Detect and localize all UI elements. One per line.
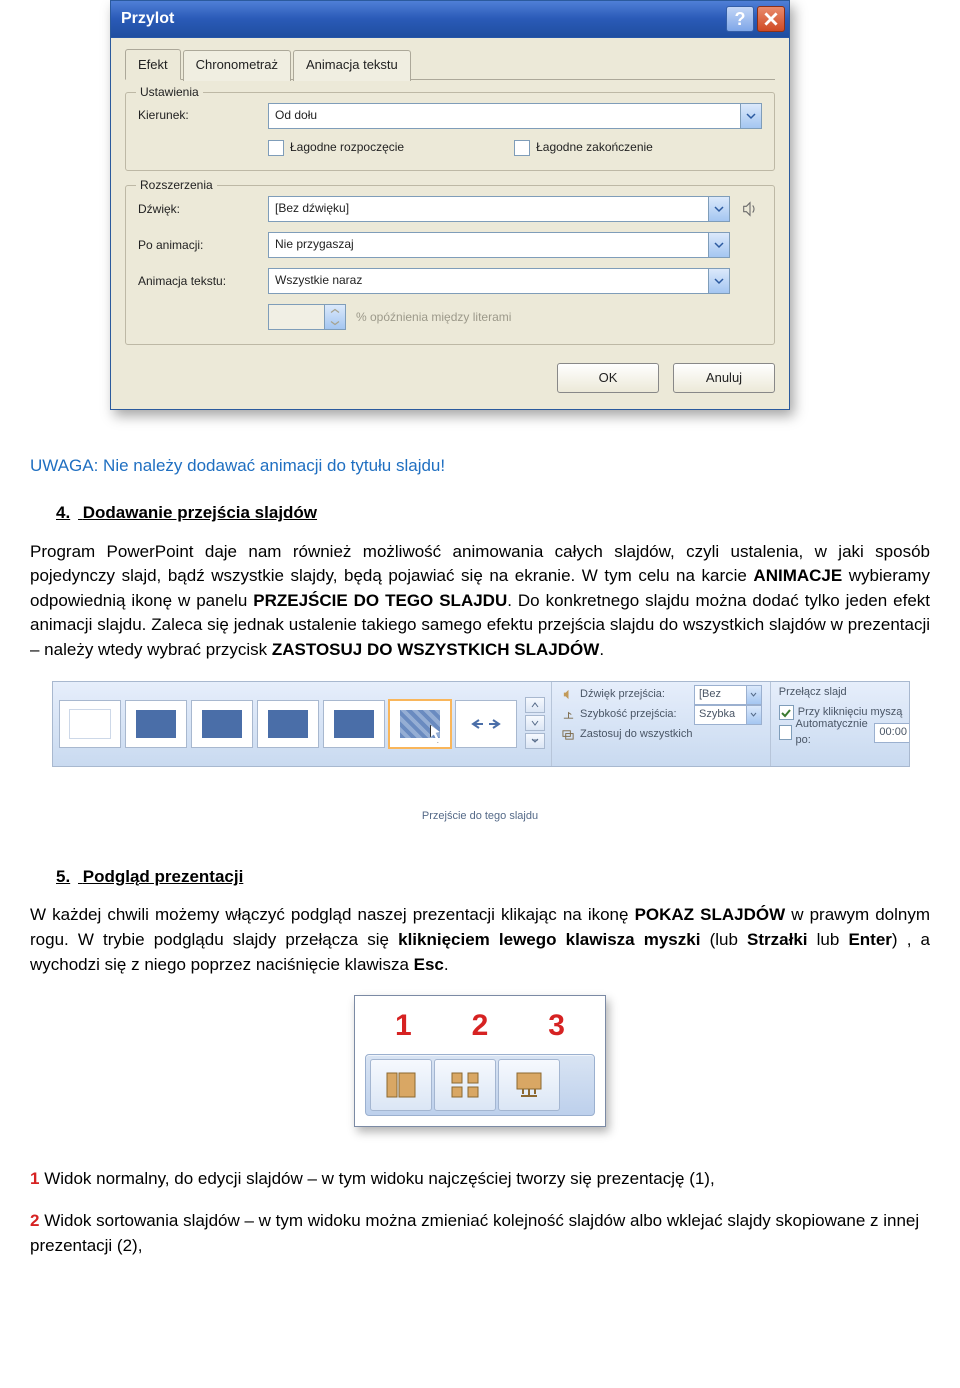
tab-chronometraz[interactable]: Chronometraż xyxy=(183,50,291,81)
animacja-tekstu-dropdown[interactable]: Wszystkie naraz xyxy=(268,268,730,294)
para-section5: W każdej chwili możemy włączyć podgląd n… xyxy=(30,903,930,977)
transition-thumb[interactable] xyxy=(323,700,385,748)
normal-view-button[interactable] xyxy=(370,1059,432,1111)
para-section4: Program PowerPoint daje nam również możl… xyxy=(30,540,930,663)
chevron-down-icon xyxy=(708,197,729,221)
transition-thumb-selected[interactable] xyxy=(389,700,451,748)
ribbon-sound-label: Dźwięk przejścia: xyxy=(580,687,690,703)
checkbox-icon xyxy=(514,140,530,156)
group-ustawienia: Ustawienia Kierunek: Od dołu Łagodne roz… xyxy=(125,92,775,171)
speaker-icon[interactable] xyxy=(738,197,762,221)
speed-icon xyxy=(560,708,576,721)
cancel-button[interactable]: Anuluj xyxy=(673,363,775,393)
ribbon-apply-all-button[interactable]: Zastosuj do wszystkich xyxy=(580,727,692,743)
ribbon-sound-dropdown[interactable]: [Bez dźwięku] xyxy=(694,685,762,705)
dzwiek-dropdown[interactable]: [Bez dźwięku] xyxy=(268,196,730,222)
kierunek-dropdown[interactable]: Od dołu xyxy=(268,103,762,129)
tab-animacja-tekstu[interactable]: Animacja tekstu xyxy=(293,50,411,81)
delay-label: % opóźnienia między literami xyxy=(346,309,511,326)
legend-ustawienia: Ustawienia xyxy=(136,84,203,101)
dialog-title: Przylot xyxy=(121,7,723,30)
advance-title: Przełącz slajd xyxy=(779,685,910,703)
sorter-view-icon xyxy=(447,1067,483,1103)
gallery-up-button[interactable] xyxy=(525,697,545,713)
line-2: 2 Widok sortowania slajdów – w tym widok… xyxy=(30,1209,930,1258)
dzwiek-label: Dźwięk: xyxy=(138,201,268,218)
close-icon xyxy=(764,12,778,26)
animacja-tekstu-label: Animacja tekstu: xyxy=(138,273,268,290)
transition-thumb[interactable] xyxy=(59,700,121,748)
help-button[interactable]: ? xyxy=(726,6,754,32)
warning-note: UWAGA: Nie należy dodawać animacji do ty… xyxy=(30,454,930,479)
close-button[interactable] xyxy=(757,6,785,32)
gallery-down-button[interactable] xyxy=(525,715,545,731)
ribbon-group-caption: Przejście do tego slajdu xyxy=(52,807,908,825)
slideshow-view-icon xyxy=(511,1067,547,1103)
chevron-down-icon xyxy=(708,233,729,257)
advance-auto-checkbox[interactable]: Automatycznie po: 00:00 xyxy=(779,723,910,743)
sorter-view-button[interactable] xyxy=(434,1059,496,1111)
heading-4: 4. Dodawanie przejścia slajdów xyxy=(56,501,930,526)
group-rozszerzenia: Rozszerzenia Dźwięk: [Bez dźwięku] Po an… xyxy=(125,185,775,345)
heading-5: 5. Podgląd prezentacji xyxy=(56,865,930,890)
chevron-down-icon xyxy=(740,104,761,128)
ribbon-speed-label: Szybkość przejścia: xyxy=(580,707,690,723)
kierunek-label: Kierunek: xyxy=(138,107,268,124)
transition-thumb[interactable] xyxy=(125,700,187,748)
tab-efekt[interactable]: Efekt xyxy=(125,49,181,80)
transition-thumb[interactable] xyxy=(257,700,319,748)
lagodne-rozpoczecie-checkbox[interactable]: Łagodne rozpoczęcie xyxy=(268,139,404,156)
advance-time-spinner[interactable]: 00:00 xyxy=(874,723,910,743)
dialog-titlebar: Przylot ? xyxy=(111,1,789,38)
normal-view-icon xyxy=(383,1067,419,1103)
tab-strip: Efekt Chronometraż Animacja tekstu xyxy=(125,48,775,80)
po-animacji-dropdown[interactable]: Nie przygaszaj xyxy=(268,232,730,258)
po-animacji-label: Po animacji: xyxy=(138,237,268,254)
transition-thumb[interactable] xyxy=(191,700,253,748)
line-1: 1 Widok normalny, do edycji slajdów – w … xyxy=(30,1167,930,1192)
view-buttons-figure: 1 2 3 xyxy=(354,995,606,1127)
transition-ribbon: Dźwięk przejścia: [Bez dźwięku] Szybkość… xyxy=(52,681,910,767)
apply-all-icon xyxy=(560,728,576,741)
figure-label-3: 3 xyxy=(548,1004,565,1048)
spinner-icon xyxy=(324,305,345,329)
transition-thumb[interactable] xyxy=(455,700,517,748)
lagodne-zakonczenie-checkbox[interactable]: Łagodne zakończenie xyxy=(514,139,653,156)
chevron-down-icon xyxy=(708,269,729,293)
opoznienie-spinner xyxy=(268,304,346,330)
checkbox-icon xyxy=(268,140,284,156)
slideshow-view-button[interactable] xyxy=(498,1059,560,1111)
przylot-dialog: Przylot ? Efekt Chronometraż Animacja te… xyxy=(110,0,790,410)
gallery-more-button[interactable] xyxy=(525,733,545,749)
ribbon-speed-dropdown[interactable]: Szybka xyxy=(694,705,762,725)
transition-gallery xyxy=(53,682,552,766)
sound-icon xyxy=(560,688,576,701)
figure-label-2: 2 xyxy=(472,1004,489,1048)
ok-button[interactable]: OK xyxy=(557,363,659,393)
legend-rozszerzenia: Rozszerzenia xyxy=(136,177,217,194)
figure-label-1: 1 xyxy=(395,1004,412,1048)
